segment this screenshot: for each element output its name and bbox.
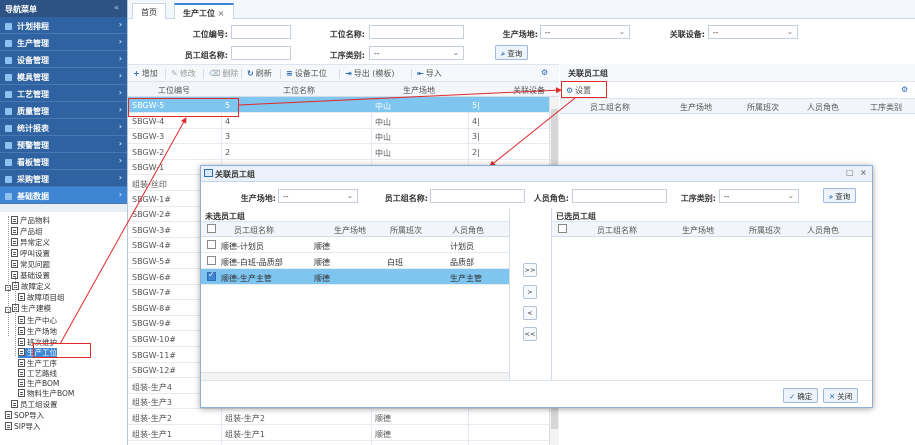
horizontal-scrollbar[interactable] xyxy=(201,372,509,380)
col-header-group-name[interactable]: 员工组名称 xyxy=(597,225,637,236)
dlg-role-label: 人员角色: xyxy=(533,194,569,203)
cell-group-name: 顺德-白班-品质部 xyxy=(221,258,283,267)
list-item[interactable]: 顺德-计划员 顺德 计划员 xyxy=(201,237,509,253)
window-icon xyxy=(204,169,213,177)
dlg-process-value: -- xyxy=(724,192,730,201)
move-left-button[interactable]: < xyxy=(523,306,537,320)
dialog-title: 关联员工组 xyxy=(215,170,255,179)
arrow-row-to-settings xyxy=(237,87,562,106)
arrow-settings-to-dialog xyxy=(489,97,576,167)
row-checkbox[interactable] xyxy=(207,270,216,281)
cell-group-name: 顺德-生产主管 xyxy=(221,274,272,283)
list-item[interactable]: 顺德-生产主管 顺德 生产主管 xyxy=(201,269,509,285)
dialog-titlebar: 关联员工组 □ × xyxy=(201,166,872,182)
ok-button[interactable]: ✓ 确定 xyxy=(783,388,819,403)
cell-role: 计划员 xyxy=(450,242,474,251)
close-icon: ✕ xyxy=(829,392,836,401)
dlg-role-input[interactable] xyxy=(572,189,667,203)
dlg-site-value: -- xyxy=(283,192,289,201)
cell-shift: 白班 xyxy=(387,258,403,267)
arrow-tree-to-row xyxy=(59,117,187,345)
dlg-query-button[interactable]: ⌕ 查询 xyxy=(823,188,857,203)
panel-divider xyxy=(509,208,510,380)
dlg-process-label: 工序类别: xyxy=(680,194,716,203)
close-icon[interactable]: × xyxy=(860,168,867,177)
row-checkbox[interactable] xyxy=(207,240,216,249)
col-header-role[interactable]: 人员角色 xyxy=(452,225,484,236)
col-header-shift[interactable]: 所属班次 xyxy=(390,225,422,236)
related-group-dialog: 关联员工组 □ × 生产场地: -- ⌄ 员工组名称: 人员角色: 工序类别: -… xyxy=(200,165,873,408)
cell-site: 顺德 xyxy=(314,274,330,283)
col-header-shift[interactable]: 所属班次 xyxy=(749,225,781,236)
cell-group-name: 顺德-计划员 xyxy=(221,242,264,251)
chevron-down-icon: ⌄ xyxy=(346,191,353,200)
dlg-process-select[interactable]: -- ⌄ xyxy=(719,189,799,203)
col-header-site[interactable]: 生产场地 xyxy=(334,225,366,236)
col-header-role[interactable]: 人员角色 xyxy=(807,225,839,236)
close-label: 关闭 xyxy=(837,392,853,401)
cell-role: 品质部 xyxy=(450,258,474,267)
cell-site: 顺德 xyxy=(314,242,330,251)
cell-site: 顺德 xyxy=(314,258,330,267)
move-right-button[interactable]: > xyxy=(523,285,537,299)
ok-label: 确定 xyxy=(797,392,813,401)
search-icon: ⌕ xyxy=(829,192,834,201)
unselected-panel-title: 未选员工组 xyxy=(201,208,509,222)
row-checkbox[interactable] xyxy=(207,256,216,265)
move-all-left-button[interactable]: << xyxy=(523,327,537,341)
check-icon: ✓ xyxy=(789,392,796,401)
col-header-site[interactable]: 生产场地 xyxy=(682,225,714,236)
dlg-site-select[interactable]: -- ⌄ xyxy=(278,189,358,203)
chevron-down-icon: ⌄ xyxy=(787,191,794,200)
dialog-footer-divider xyxy=(201,380,872,381)
move-all-right-button[interactable]: >> xyxy=(523,263,537,277)
maximize-icon[interactable]: □ xyxy=(846,168,854,177)
dlg-group-label: 员工组名称: xyxy=(384,194,428,203)
close-button[interactable]: ✕ 关闭 xyxy=(823,388,859,403)
unselected-header: 员工组名称 生产场地 所属班次 人员角色 xyxy=(201,222,509,237)
dlg-query-label: 查询 xyxy=(835,192,851,201)
selected-header: 员工组名称 生产场地 所属班次 人员角色 xyxy=(552,222,872,237)
dlg-group-input[interactable] xyxy=(430,189,525,203)
col-header-group-name[interactable]: 员工组名称 xyxy=(234,225,274,236)
select-all-checkbox[interactable] xyxy=(558,224,567,233)
selected-panel-title: 已选员工组 xyxy=(552,208,872,222)
list-item[interactable]: 顺德-白班-品质部 顺德 白班 品质部 xyxy=(201,253,509,269)
cell-role: 生产主管 xyxy=(450,274,482,283)
dlg-site-label: 生产场地: xyxy=(240,194,276,203)
select-all-checkbox[interactable] xyxy=(207,224,216,233)
